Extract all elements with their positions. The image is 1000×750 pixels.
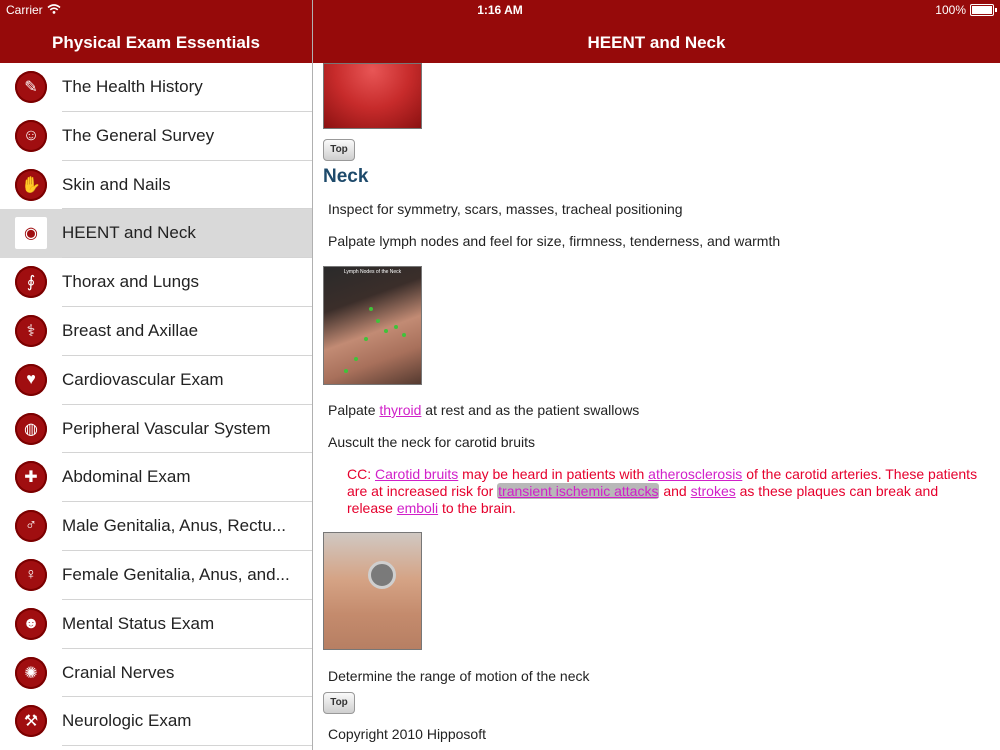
sidebar-item-label: Skin and Nails bbox=[62, 174, 171, 194]
history-icon: ✎ bbox=[15, 71, 47, 103]
header-bar: Carrier 1:16 AM 100% Physical Exam Essen… bbox=[0, 0, 1000, 63]
sidebar-item-label: Male Genitalia, Anus, Rectu... bbox=[62, 516, 286, 536]
sidebar-item[interactable]: ◍ Peripheral Vascular System bbox=[0, 405, 312, 454]
master-title: Physical Exam Essentials bbox=[52, 33, 260, 52]
sidebar-item-label: Thorax and Lungs bbox=[62, 272, 200, 292]
sidebar-item-label: Breast and Axillae bbox=[62, 320, 199, 340]
status-bar: Carrier 1:16 AM 100% bbox=[0, 0, 1000, 20]
paragraph-range-of-motion: Determine the range of motion of the nec… bbox=[328, 668, 590, 684]
bp-cuff-icon: ◍ bbox=[15, 412, 47, 445]
cc-text: CC: bbox=[347, 466, 375, 482]
tongue-image bbox=[323, 63, 422, 129]
stethoscope-icon bbox=[368, 561, 396, 589]
lymph-node-dot bbox=[369, 307, 373, 311]
paragraph-thyroid: Palpate thyroid at rest and as the patie… bbox=[328, 402, 639, 418]
sidebar-item[interactable]: ♀ Female Genitalia, Anus, and... bbox=[0, 551, 312, 600]
lymph-node-dot bbox=[384, 329, 388, 333]
top-button-bottom[interactable]: Top bbox=[323, 692, 355, 714]
male-icon: ♂ bbox=[15, 510, 47, 543]
sidebar-item[interactable]: ∮ Thorax and Lungs bbox=[0, 258, 312, 307]
doctor-icon: ☺ bbox=[15, 119, 47, 152]
detail-content[interactable]: Top Neck Inspect for symmetry, scars, ma… bbox=[313, 63, 1000, 750]
paragraph-inspect: Inspect for symmetry, scars, masses, tra… bbox=[328, 201, 683, 217]
battery-percent: 100% bbox=[935, 3, 966, 17]
sidebar-list[interactable]: ✎ The Health History ☺ The General Survey ✋ S… bbox=[0, 63, 312, 750]
sidebar-item[interactable]: ✚ Abdominal Exam bbox=[0, 453, 312, 502]
battery-icon bbox=[970, 4, 997, 16]
clock: 1:16 AM bbox=[477, 3, 523, 17]
sidebar-item[interactable]: ☺ The General Survey bbox=[0, 112, 312, 161]
cc-text: to the brain. bbox=[438, 500, 516, 516]
sidebar-item-label: The Health History bbox=[62, 77, 203, 96]
sidebar-item[interactable]: ⚒ Neurologic Exam bbox=[0, 697, 312, 746]
top-button[interactable]: Top bbox=[323, 139, 355, 161]
sidebar-item[interactable]: ♥ Cardiovascular Exam bbox=[0, 356, 312, 405]
sidebar-item-label: Cranial Nerves bbox=[62, 662, 175, 682]
thyroid-link[interactable]: thyroid bbox=[379, 402, 421, 418]
hand-icon: ✋ bbox=[15, 168, 47, 201]
sidebar-item-label: Abdominal Exam bbox=[62, 467, 191, 487]
sidebar-item[interactable]: ☻ Mental Status Exam bbox=[0, 600, 312, 649]
clinical-correlation: CC: Carotid bruits may be heard in patie… bbox=[347, 466, 987, 517]
copyright: Copyright 2010 Hipposoft bbox=[328, 726, 486, 742]
reflex-icon: ⚒ bbox=[15, 705, 47, 738]
battery-indicator: 100% bbox=[935, 3, 997, 17]
carotid-auscultation-photo bbox=[323, 532, 422, 650]
brain-icon: ✺ bbox=[15, 656, 47, 689]
sidebar-item-label: The General Survey bbox=[62, 125, 215, 145]
sidebar-item-label: Mental Status Exam bbox=[62, 613, 215, 633]
sidebar-item[interactable]: ◉ HEENT and Neck bbox=[0, 209, 312, 259]
paragraph-auscult: Auscult the neck for carotid bruits bbox=[328, 434, 535, 450]
atherosclerosis-link[interactable]: atherosclerosis bbox=[648, 466, 742, 482]
strokes-link[interactable]: strokes bbox=[691, 483, 736, 499]
sidebar-item[interactable]: ♂ Male Genitalia, Anus, Rectu... bbox=[0, 502, 312, 551]
eye-icon: ◉ bbox=[15, 217, 47, 250]
pills-icon: ✚ bbox=[15, 461, 47, 494]
sidebar-item[interactable]: ✎ The Health History bbox=[0, 63, 312, 112]
lymph-nodes-diagram[interactable]: Lymph Nodes of the Neck bbox=[323, 266, 422, 385]
lymph-node-dot bbox=[354, 357, 358, 361]
sidebar-item-label: HEENT and Neck bbox=[62, 223, 196, 243]
heartbeat-icon: ♥ bbox=[15, 363, 47, 396]
sidebar-item-label: Female Genitalia, Anus, and... bbox=[62, 564, 290, 584]
head-icon: ☻ bbox=[15, 607, 47, 640]
sidebar-item[interactable]: ✺ Cranial Nerves bbox=[0, 649, 312, 698]
lymph-node-dot bbox=[394, 325, 398, 329]
lymph-node-dot bbox=[364, 337, 368, 341]
emboli-link[interactable]: emboli bbox=[397, 500, 438, 516]
sidebar-item[interactable]: ⚕ Breast and Axillae bbox=[0, 307, 312, 356]
cc-text: may be heard in patients with bbox=[458, 466, 649, 482]
diagram-title: Lymph Nodes of the Neck bbox=[343, 269, 402, 275]
thyroid-text-post: at rest and as the patient swallows bbox=[421, 402, 640, 418]
lymph-node-dot bbox=[344, 369, 348, 373]
lymph-node-dot bbox=[376, 319, 380, 323]
thyroid-text-pre: Palpate bbox=[328, 402, 380, 418]
sidebar-item[interactable]: ✋ Skin and Nails bbox=[0, 161, 312, 210]
female-icon: ♀ bbox=[15, 558, 47, 591]
section-heading: Neck bbox=[323, 166, 369, 187]
detail-title: HEENT and Neck bbox=[587, 33, 726, 52]
tia-link[interactable]: transient ischemic attacks bbox=[497, 483, 660, 499]
cc-text: and bbox=[659, 483, 691, 499]
caduceus-icon: ⚕ bbox=[15, 314, 47, 347]
carotid-bruits-link[interactable]: Carotid bruits bbox=[375, 466, 458, 482]
stethoscope-icon: ∮ bbox=[15, 266, 47, 299]
sidebar-item-label: Peripheral Vascular System bbox=[62, 418, 271, 438]
sidebar-item-label: Cardiovascular Exam bbox=[62, 369, 224, 389]
paragraph-palpate-lymph: Palpate lymph nodes and feel for size, f… bbox=[328, 233, 781, 249]
lymph-node-dot bbox=[402, 333, 406, 337]
sidebar-item-label: Neurologic Exam bbox=[62, 711, 192, 731]
